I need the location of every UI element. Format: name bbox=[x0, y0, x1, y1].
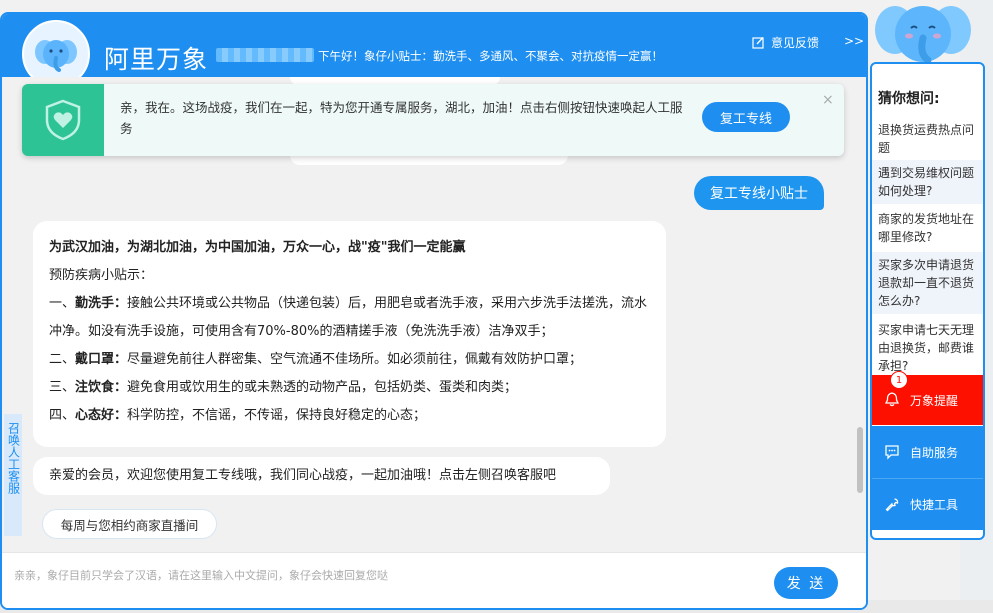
edit-icon bbox=[752, 37, 764, 49]
quick-tools-label: 快捷工具 bbox=[910, 498, 959, 512]
message-input[interactable] bbox=[12, 563, 756, 587]
tip-item: 三、注饮食：避免食用或饮用生的或未熟透的动物产品，包括奶类、蛋类和肉类； bbox=[49, 380, 518, 395]
wrench-icon bbox=[885, 497, 899, 511]
reminder-label: 万象提醒 bbox=[910, 393, 959, 408]
summon-agent-label: 召唤人工客服 bbox=[6, 422, 21, 494]
suggested-question[interactable]: 退换货运费热点问题 bbox=[872, 118, 983, 160]
collapse-button[interactable]: >> bbox=[844, 34, 864, 48]
quick-tools-button[interactable]: 快捷工具 bbox=[872, 478, 983, 530]
close-icon[interactable]: × bbox=[822, 92, 834, 108]
suggested-question[interactable]: 买家多次申请退货退款却一直不退货怎么办? bbox=[872, 252, 983, 314]
masked-username bbox=[216, 48, 314, 62]
bot-message-bubble: 为武汉加油，为湖北加油，为中国加油，万众一心，战"疫"我们一定能赢 预防疾病小贴… bbox=[33, 221, 666, 447]
chat-scrollbar[interactable] bbox=[854, 77, 864, 547]
bot-message-bubble-2: 亲爱的会员，欢迎您使用复工专线哦，我们同心战疫，一起加油哦！点击左侧召唤客服吧 bbox=[33, 457, 610, 495]
banner-text: 亲，我在。这场战疫，我们在一起，特为您开通专属服务，湖北，加油！点击右侧按钮快速… bbox=[120, 100, 683, 136]
scroll-thumb[interactable] bbox=[857, 427, 863, 493]
chat-header: 阿里万象 下午好！象仔小贴士：勤洗手、多通风、不聚会、对抗疫情一定赢！ 意见反馈… bbox=[2, 14, 866, 88]
input-area: 发 送 bbox=[2, 552, 866, 608]
feedback-label: 意见反馈 bbox=[771, 36, 820, 50]
tip-item: 一、勤洗手：接触公共环境或公共物品（快递包装）后，用肥皂或者洗手液，采用六步洗手… bbox=[49, 296, 648, 339]
chat-icon bbox=[885, 445, 899, 460]
side-panel-title: 猜你想问: bbox=[878, 91, 940, 107]
service-banner: 亲，我在。这场战疫，我们在一起，特为您开通专属服务，湖北，加油！点击右侧按钮快速… bbox=[22, 84, 844, 156]
self-service-button[interactable]: 自助服务 bbox=[872, 426, 983, 478]
summon-agent-button[interactable]: 召唤人工客服 bbox=[4, 414, 22, 536]
elephant-mascot-icon bbox=[873, 0, 973, 64]
tip-item: 二、戴口罩：尽量避免前往人群密集、空气流通不佳场所。如必须前往，佩戴有效防护口罩… bbox=[49, 352, 583, 367]
feedback-button[interactable]: 意见反馈 bbox=[752, 34, 819, 51]
brand-title: 阿里万象 bbox=[104, 45, 209, 74]
reminder-button[interactable]: 1 万象提醒 bbox=[872, 370, 983, 425]
bell-icon bbox=[884, 391, 900, 406]
suggested-question[interactable]: 遇到交易维权问题如何处理? bbox=[872, 160, 983, 204]
bot-message-title: 为武汉加油，为湖北加油，为中国加油，万众一心，战"疫"我们一定能赢 bbox=[49, 240, 466, 255]
quick-reply-button[interactable]: 每周与您相约商家直播间 bbox=[42, 509, 217, 539]
suggested-question[interactable]: 买家申请七天无理由退换货，邮费谁承担? bbox=[872, 318, 983, 374]
previous-message-fragment bbox=[290, 155, 568, 165]
greeting-text: 下午好！象仔小贴士：勤洗手、多通风、不聚会、对抗疫情一定赢！ bbox=[318, 49, 663, 63]
suggested-question[interactable]: 商家的发货地址在哪里修改? bbox=[872, 206, 983, 250]
self-service-label: 自助服务 bbox=[910, 445, 959, 460]
side-panel: 猜你想问: 退换货运费热点问题 遇到交易维权问题如何处理? 商家的发货地址在哪里… bbox=[870, 62, 985, 540]
reminder-count-badge: 1 bbox=[890, 370, 908, 389]
tip-item: 四、心态好：科学防控，不信谣，不传谣，保持良好稳定的心态； bbox=[49, 408, 427, 423]
send-button[interactable]: 发 送 bbox=[774, 567, 838, 599]
user-message-bubble: 复工专线小贴士 bbox=[694, 176, 824, 210]
shield-heart-icon bbox=[22, 84, 104, 156]
resume-work-hotline-button[interactable]: 复工专线 bbox=[702, 102, 790, 132]
bot-message-subtitle: 预防疾病小贴示： bbox=[49, 268, 154, 283]
